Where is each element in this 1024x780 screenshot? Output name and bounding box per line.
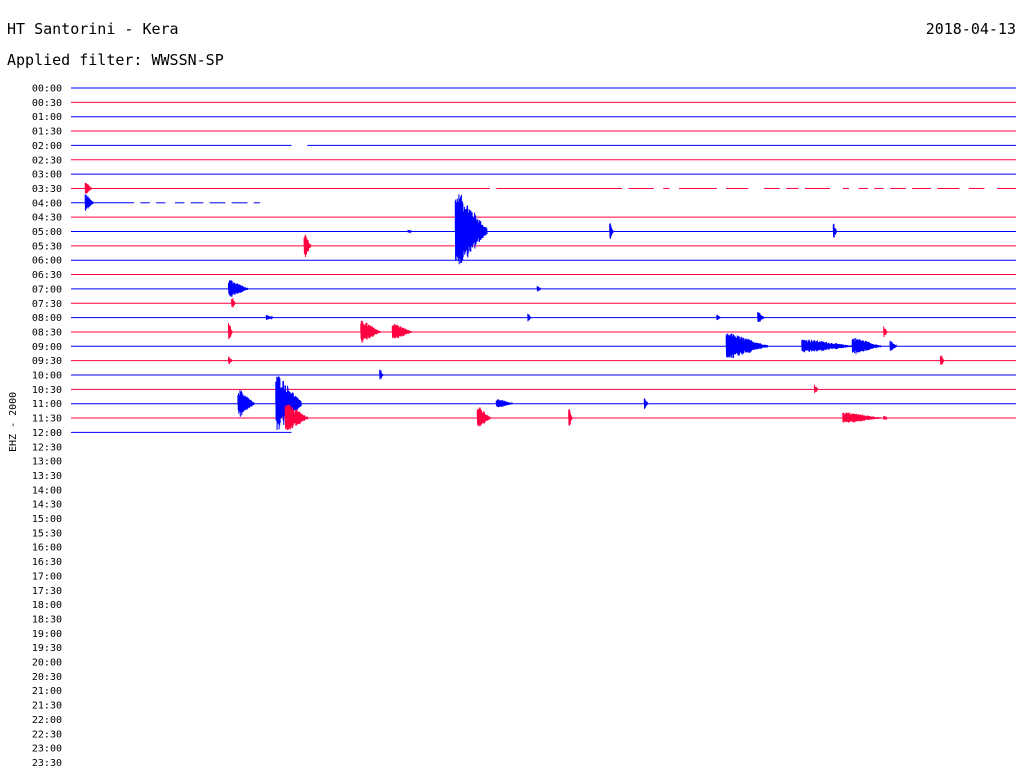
time-label: 13:30 — [32, 471, 62, 482]
seismic-event — [265, 314, 274, 321]
trace-lines — [71, 87, 1016, 433]
time-axis-labels: 00:00 00:30 01:00 01:30 02:00 02:30 03:00 03:30… — [32, 84, 62, 769]
seismic-event — [228, 323, 233, 340]
time-label: 17:30 — [32, 586, 62, 597]
time-label: 20:30 — [32, 672, 62, 683]
time-label: 11:00 — [32, 399, 62, 410]
time-label: 00:30 — [32, 98, 62, 109]
seismic-event — [842, 412, 882, 423]
seismic-event — [303, 234, 312, 257]
seismic-event — [883, 416, 888, 421]
time-label: 10:30 — [32, 385, 62, 396]
time-label: 18:30 — [32, 614, 62, 625]
time-label: 16:30 — [32, 557, 62, 568]
seismic-event — [237, 389, 255, 417]
trace-events — [84, 182, 945, 431]
time-label: 15:30 — [32, 528, 62, 539]
time-label: 15:00 — [32, 514, 62, 525]
time-label: 19:30 — [32, 643, 62, 654]
seismic-event — [725, 333, 768, 359]
time-label: 09:00 — [32, 342, 62, 353]
time-label: 23:00 — [32, 744, 62, 755]
seismic-event — [757, 312, 765, 323]
seismic-event — [813, 384, 819, 394]
seismic-event — [851, 337, 882, 355]
seismic-event — [476, 407, 491, 427]
time-label: 03:30 — [32, 184, 62, 195]
seismic-event — [609, 223, 614, 239]
seismic-event — [801, 339, 853, 353]
time-label: 14:00 — [32, 485, 62, 496]
time-label: 12:30 — [32, 442, 62, 453]
time-label: 08:00 — [32, 313, 62, 324]
seismic-event — [568, 408, 573, 426]
time-label: 06:30 — [32, 270, 62, 281]
time-label: 07:00 — [32, 284, 62, 295]
time-label: 06:00 — [32, 256, 62, 267]
seismic-event — [716, 314, 721, 321]
time-label: 00:00 — [32, 84, 62, 95]
time-label: 08:30 — [32, 327, 62, 338]
seismic-event — [379, 369, 384, 380]
time-label: 03:00 — [32, 170, 62, 181]
seismic-event — [643, 398, 649, 409]
time-label: 13:00 — [32, 457, 62, 468]
helicorder-plot: 00:00 00:30 01:00 01:30 02:00 02:30 03:00 03:30… — [32, 84, 1016, 769]
seismic-event — [360, 320, 381, 343]
time-label: 05:30 — [32, 241, 62, 252]
time-label: 19:00 — [32, 629, 62, 640]
seismic-event — [231, 298, 236, 308]
time-label: 10:00 — [32, 371, 62, 382]
time-label: 17:00 — [32, 571, 62, 582]
seismic-event — [495, 399, 513, 408]
time-label: 04:30 — [32, 213, 62, 224]
time-label: 11:30 — [32, 414, 62, 425]
time-label: 16:00 — [32, 543, 62, 554]
seismic-event — [84, 194, 94, 211]
time-label: 02:00 — [32, 141, 62, 152]
time-label: 20:00 — [32, 658, 62, 669]
time-label: 01:30 — [32, 127, 62, 138]
seismic-event — [84, 182, 93, 194]
time-label: 22:30 — [32, 729, 62, 740]
seismic-event — [889, 340, 898, 351]
seismic-event — [454, 194, 488, 265]
time-label: 05:00 — [32, 227, 62, 238]
time-label: 01:00 — [32, 112, 62, 123]
time-label: 18:00 — [32, 600, 62, 611]
seismic-event — [407, 229, 412, 234]
time-label: 21:30 — [32, 701, 62, 712]
seismic-event — [527, 313, 532, 322]
seismic-event — [832, 223, 838, 238]
time-label: 14:30 — [32, 500, 62, 511]
seismic-event — [883, 326, 888, 338]
time-label: 07:30 — [32, 299, 62, 310]
seismic-event — [939, 355, 945, 365]
time-label: 12:00 — [32, 428, 62, 439]
time-label: 02:30 — [32, 155, 62, 166]
seismic-event — [228, 356, 233, 365]
time-label: 09:30 — [32, 356, 62, 367]
time-label: 22:00 — [32, 715, 62, 726]
seismic-event — [391, 323, 412, 339]
time-label: 23:30 — [32, 758, 62, 769]
time-label: 04:00 — [32, 198, 62, 209]
seismic-event — [536, 286, 542, 292]
time-label: 21:00 — [32, 686, 62, 697]
seismic-event — [228, 280, 249, 297]
